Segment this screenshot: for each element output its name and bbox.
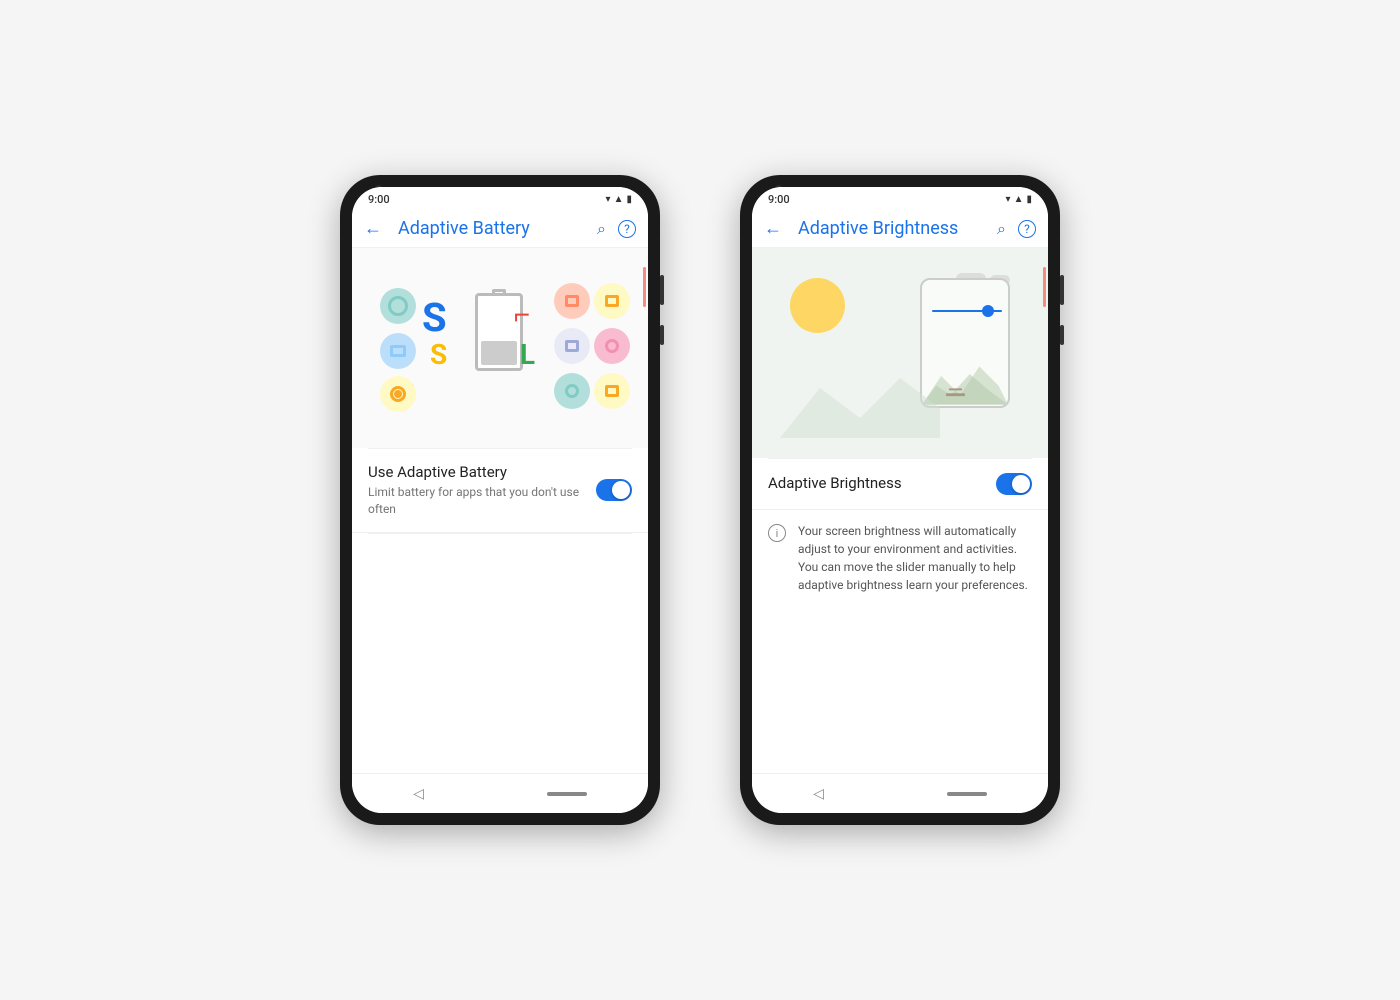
- search-icon-1[interactable]: ⌕: [597, 219, 606, 239]
- app-circle-br: [554, 373, 590, 409]
- status-time-1: 9:00: [368, 193, 390, 206]
- brightness-slider-thumb: [982, 305, 994, 317]
- setting-text-1: Use Adaptive Battery Limit battery for a…: [368, 463, 584, 518]
- brightness-illustration: [780, 268, 1020, 438]
- battery-charge: [481, 341, 517, 365]
- app-bar-2: ← Adaptive Brightness ⌕ ?: [752, 210, 1048, 248]
- signal-icon-2: ▲: [1014, 194, 1024, 205]
- volume-button-1[interactable]: [660, 275, 664, 305]
- connector-right-mid: L: [520, 338, 535, 371]
- back-nav-icon-2[interactable]: ◁: [813, 786, 824, 802]
- app-bar-title-1: Adaptive Battery: [398, 218, 597, 239]
- home-pill-1[interactable]: [547, 792, 587, 796]
- toggle-thumb-2: [1012, 475, 1030, 493]
- adaptive-battery-setting-row[interactable]: Use Adaptive Battery Limit battery for a…: [352, 449, 648, 533]
- setting-text-2: Adaptive Brightness: [768, 474, 984, 495]
- app-circle-br2: [594, 373, 630, 409]
- status-icons-2: ▾ ▲ ▮: [1006, 194, 1032, 205]
- setting-title-1: Use Adaptive Battery: [368, 463, 584, 481]
- app-circle-mr: [554, 328, 590, 364]
- battery-illustration: S S ⌐ L: [380, 278, 620, 418]
- connector-right-top: ⌐: [514, 298, 530, 331]
- power-button-2[interactable]: [1060, 325, 1064, 345]
- brightness-slider-line: [932, 310, 1002, 312]
- scroll-indicator-1: [643, 267, 646, 307]
- phone-content-2[interactable]: Adaptive Brightness i Your screen bright…: [752, 248, 1048, 773]
- app-circle-mr2: [594, 328, 630, 364]
- brightness-illustration-area: [752, 248, 1048, 458]
- toggle-thumb-1: [612, 481, 630, 499]
- battery-icon-1: ▮: [626, 194, 632, 205]
- volume-button-2[interactable]: [1060, 275, 1064, 305]
- app-bar-title-2: Adaptive Brightness: [798, 218, 997, 239]
- scroll-indicator-2: [1043, 267, 1046, 307]
- phone-bottom-nav-2: ◁: [752, 773, 1048, 813]
- bg-mountain-svg: [780, 358, 940, 438]
- phone-screen-1: 9:00 ▾ ▲ ▮ ← Adaptive Battery ⌕ ?: [352, 187, 648, 813]
- back-button-1[interactable]: ←: [364, 218, 382, 239]
- search-icon-2[interactable]: ⌕: [997, 219, 1006, 239]
- connector-yellow: S: [430, 338, 447, 371]
- back-nav-icon-1[interactable]: ◁: [413, 786, 424, 802]
- divider-bottom-1: [368, 533, 632, 534]
- phone-screen-2: 9:00 ▾ ▲ ▮ ← Adaptive Brightness ⌕ ?: [752, 187, 1048, 813]
- sun-icon: [790, 278, 845, 333]
- app-bar-actions-1: ⌕ ?: [597, 219, 636, 239]
- app-circle-ml: [380, 333, 416, 369]
- status-icons-1: ▾ ▲ ▮: [606, 194, 632, 205]
- back-button-2[interactable]: ←: [764, 218, 782, 239]
- app-circle-bl: [380, 376, 416, 412]
- app-circle-tr2: [594, 283, 630, 319]
- home-pill-2[interactable]: [947, 792, 987, 796]
- phone-frame-1: 9:00 ▾ ▲ ▮ ← Adaptive Battery ⌕ ?: [340, 175, 660, 825]
- adaptive-brightness-toggle[interactable]: [996, 473, 1032, 495]
- app-circle-tl: [380, 288, 416, 324]
- wifi-icon-2: ▾: [1006, 194, 1011, 205]
- setting-subtitle-1: Limit battery for apps that you don't us…: [368, 484, 584, 518]
- help-icon-1[interactable]: ?: [618, 220, 636, 238]
- connector-left: S: [422, 298, 447, 338]
- phone-content-1[interactable]: S S ⌐ L: [352, 248, 648, 773]
- phone-frame-2: 9:00 ▾ ▲ ▮ ← Adaptive Brightness ⌕ ?: [740, 175, 1060, 825]
- info-row-brightness: i Your screen brightness will automatica…: [752, 510, 1048, 606]
- phone-adaptive-brightness: 9:00 ▾ ▲ ▮ ← Adaptive Brightness ⌕ ?: [740, 175, 1060, 825]
- power-button-1[interactable]: [660, 325, 664, 345]
- status-bar-2: 9:00 ▾ ▲ ▮: [752, 187, 1048, 210]
- app-bar-1: ← Adaptive Battery ⌕ ?: [352, 210, 648, 248]
- battery-cap: [492, 289, 506, 295]
- battery-icon-2: ▮: [1026, 194, 1032, 205]
- battery-illustration-area: S S ⌐ L: [352, 248, 648, 448]
- signal-icon-1: ▲: [614, 194, 624, 205]
- status-time-2: 9:00: [768, 193, 790, 206]
- mini-phone-content: [922, 280, 1008, 312]
- help-icon-2[interactable]: ?: [1018, 220, 1036, 238]
- adaptive-brightness-setting-row[interactable]: Adaptive Brightness: [752, 459, 1048, 510]
- app-circle-tr: [554, 283, 590, 319]
- phone-bottom-nav-1: ◁: [352, 773, 648, 813]
- app-bar-actions-2: ⌕ ?: [997, 219, 1036, 239]
- info-text-brightness: Your screen brightness will automaticall…: [798, 522, 1032, 594]
- status-bar-1: 9:00 ▾ ▲ ▮: [352, 187, 648, 210]
- wifi-icon-1: ▾: [606, 194, 611, 205]
- adaptive-battery-toggle[interactable]: [596, 479, 632, 501]
- setting-title-2: Adaptive Brightness: [768, 474, 984, 492]
- info-icon-brightness: i: [768, 524, 786, 542]
- phone-adaptive-battery: 9:00 ▾ ▲ ▮ ← Adaptive Battery ⌕ ?: [340, 175, 660, 825]
